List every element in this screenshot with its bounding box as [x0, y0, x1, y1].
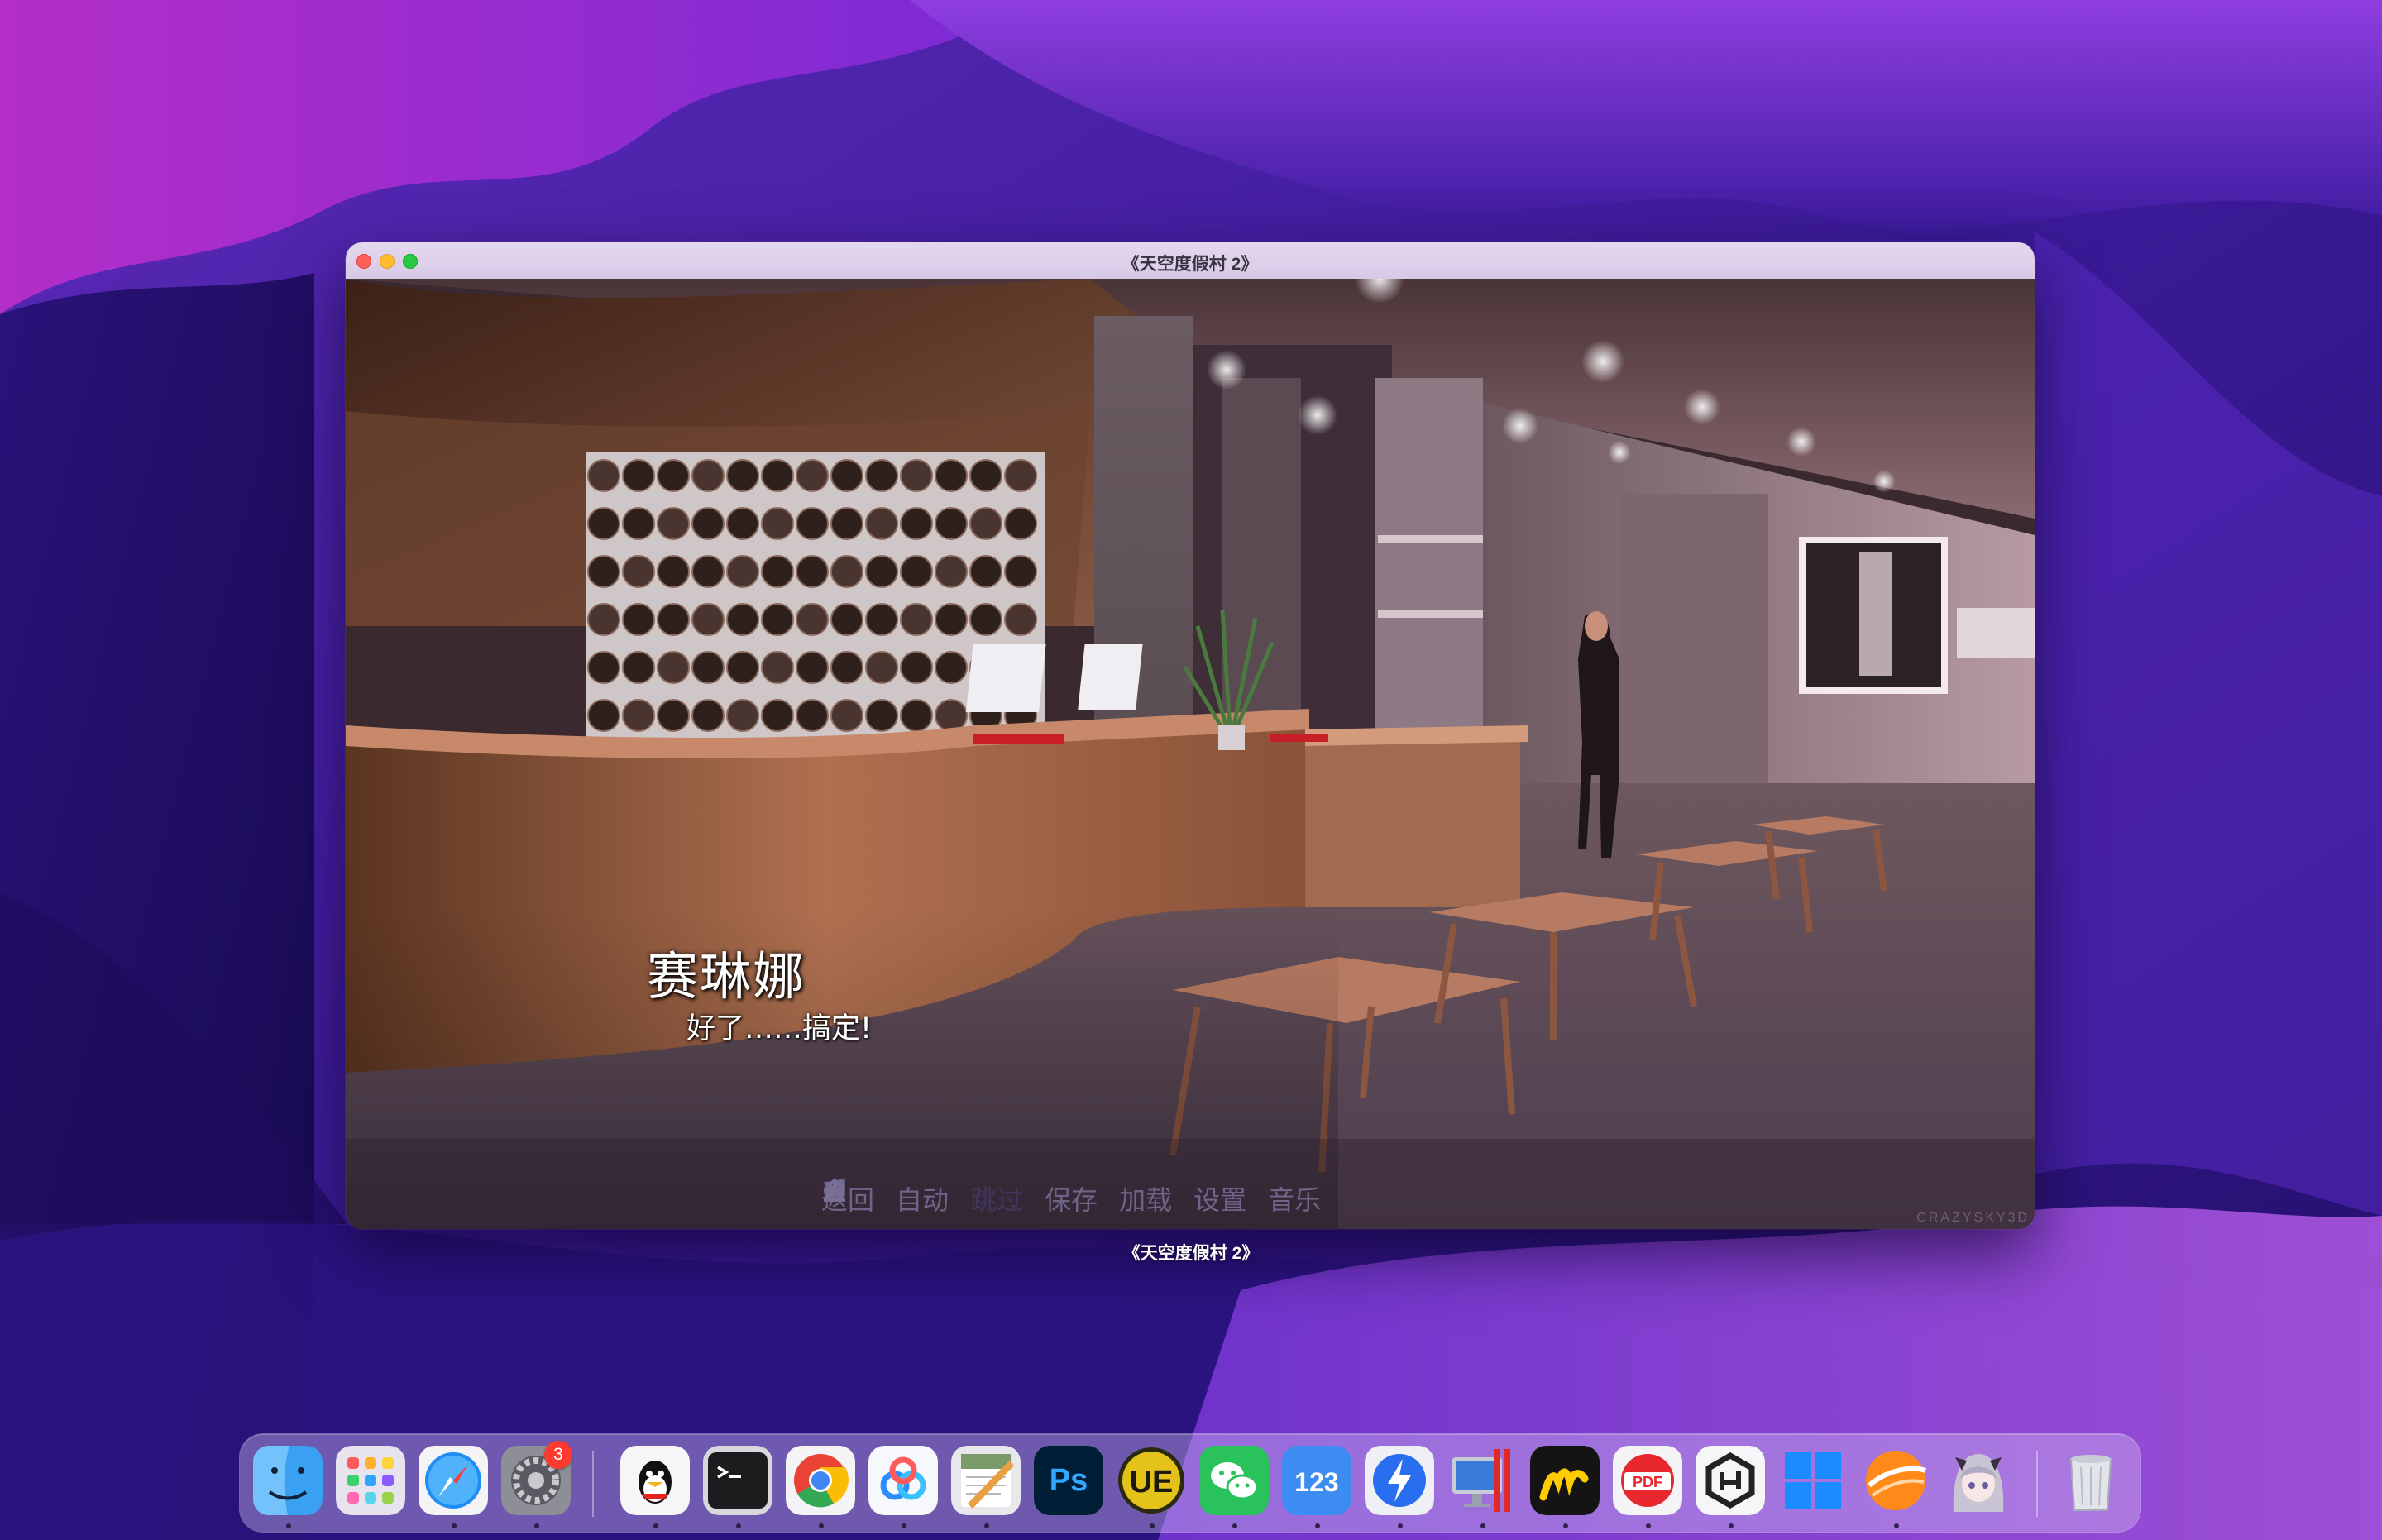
running-indicator	[1232, 1523, 1237, 1528]
settings-label: 设置	[1193, 1184, 1247, 1216]
running-indicator	[736, 1523, 741, 1528]
pan123-icon: 123	[1282, 1446, 1351, 1515]
auto-button[interactable]: 自动	[824, 1179, 949, 1217]
music-icon	[824, 1178, 845, 1202]
dock-separator-trash	[2036, 1451, 2038, 1517]
lobby-background-image	[346, 279, 2035, 1229]
photoshop-icon: Ps	[1034, 1446, 1103, 1515]
running-indicator	[1398, 1523, 1403, 1528]
hex-icon	[1696, 1446, 1765, 1515]
dock-photoshop[interactable]: Ps	[1034, 1446, 1103, 1515]
finder-icon	[253, 1446, 323, 1515]
running-indicator	[286, 1523, 291, 1528]
music-button[interactable]: 音乐	[824, 1178, 1322, 1217]
running-indicator	[1646, 1523, 1651, 1528]
running-indicator	[1894, 1523, 1899, 1528]
window-titlebar[interactable]: 《天空度假村 2》	[346, 242, 2035, 280]
marker-icon	[1530, 1446, 1600, 1515]
dialogue-text: 好了……搞定!	[686, 1012, 873, 1045]
running-indicator	[1729, 1523, 1734, 1528]
svg-text:Ps: Ps	[1050, 1463, 1088, 1498]
music-label: 音乐	[1268, 1184, 1322, 1216]
dock-finder[interactable]	[253, 1446, 323, 1515]
dock-launchpad[interactable]	[336, 1446, 405, 1515]
svg-text:123: 123	[1294, 1467, 1338, 1497]
anime-avatar-icon	[1953, 1454, 2004, 1512]
pdf-icon: PDF	[1613, 1446, 1682, 1515]
dock-baidu-netdisk[interactable]	[868, 1446, 938, 1515]
load-label: 加载	[1119, 1184, 1173, 1216]
trash-icon	[2069, 1455, 2112, 1511]
dock-safari[interactable]	[419, 1446, 488, 1515]
running-indicator	[1563, 1523, 1568, 1528]
dock-avatar-app[interactable]	[1944, 1446, 2013, 1515]
save-button[interactable]: 保存	[824, 1179, 1098, 1217]
baidu-netdisk-icon	[868, 1446, 938, 1515]
window-caption: 《天空度假村 2》	[1122, 1244, 1260, 1263]
running-indicator	[984, 1523, 989, 1528]
safari-icon	[419, 1446, 488, 1515]
skip-label: 跳过	[970, 1184, 1024, 1216]
dock-terminal[interactable]	[703, 1446, 772, 1515]
quick-menu: 返回 自动 跳过 保存 加载 设置 音乐	[821, 1178, 1321, 1219]
dock-browser[interactable]	[1861, 1446, 1930, 1515]
dock-windows[interactable]	[1778, 1446, 1848, 1515]
dock-transmit[interactable]	[1365, 1446, 1434, 1515]
running-indicator	[1150, 1523, 1155, 1528]
running-indicator	[1315, 1523, 1320, 1528]
load-button[interactable]: 加载	[824, 1178, 1173, 1217]
dock-marker[interactable]	[1530, 1446, 1600, 1515]
speaker-name: 赛琳娜	[647, 946, 806, 1007]
svg-text:PDF: PDF	[1633, 1474, 1662, 1490]
settings-button[interactable]: 设置	[825, 1179, 1247, 1217]
game-window: 《天空度假村 2》 赛琳娜 好了……搞定! 返回 自动 跳过 保存 加载 设置 …	[346, 242, 2035, 1229]
auto-label: 自动	[896, 1184, 949, 1216]
dock: 3 Ps UE 123 PDF	[240, 1434, 2140, 1532]
script-editor-icon	[951, 1446, 1021, 1515]
chrome-icon	[786, 1446, 855, 1515]
game-scene[interactable]: 赛琳娜 好了……搞定! 返回 自动 跳过 保存 加载 设置 音乐 CRAZYSK…	[346, 279, 2035, 1229]
dock-ultraedit[interactable]: UE	[1117, 1446, 1186, 1515]
skip-button[interactable]: 跳过	[826, 1179, 1024, 1217]
svg-text:UE: UE	[1130, 1465, 1174, 1499]
dock-script-editor[interactable]	[951, 1446, 1021, 1515]
qq-icon	[620, 1446, 690, 1515]
dock-separator	[592, 1451, 594, 1517]
windows-icon	[1785, 1452, 1841, 1509]
ultraedit-icon: UE	[1118, 1447, 1184, 1514]
running-indicator	[819, 1523, 824, 1528]
running-indicator	[1480, 1523, 1485, 1528]
save-label: 保存	[1045, 1184, 1098, 1216]
lightning-icon	[1365, 1446, 1434, 1515]
watermark: CRAZYSKY3D	[1916, 1211, 2030, 1225]
dock-chrome[interactable]	[786, 1446, 855, 1515]
running-indicator	[653, 1523, 658, 1528]
orange-ball-icon	[1866, 1451, 1926, 1510]
running-indicator	[902, 1523, 906, 1528]
dock-123pan[interactable]: 123	[1282, 1446, 1351, 1515]
dock-parallels[interactable]	[1447, 1446, 1517, 1515]
dock-pdf[interactable]: PDF	[1613, 1446, 1682, 1515]
parallels-icon	[1452, 1449, 1510, 1512]
dock-qq[interactable]	[620, 1446, 690, 1515]
launchpad-icon	[336, 1446, 405, 1515]
running-indicator	[452, 1523, 457, 1528]
notification-badge: 3	[544, 1441, 572, 1469]
wechat-icon	[1199, 1446, 1269, 1515]
terminal-icon	[703, 1446, 772, 1515]
dock-trash[interactable]	[2056, 1446, 2126, 1515]
running-indicator	[534, 1523, 539, 1528]
window-title: 《天空度假村 2》	[1122, 255, 1259, 274]
dock-wechat[interactable]	[1199, 1446, 1269, 1515]
dock-hex-app[interactable]	[1696, 1446, 1765, 1515]
